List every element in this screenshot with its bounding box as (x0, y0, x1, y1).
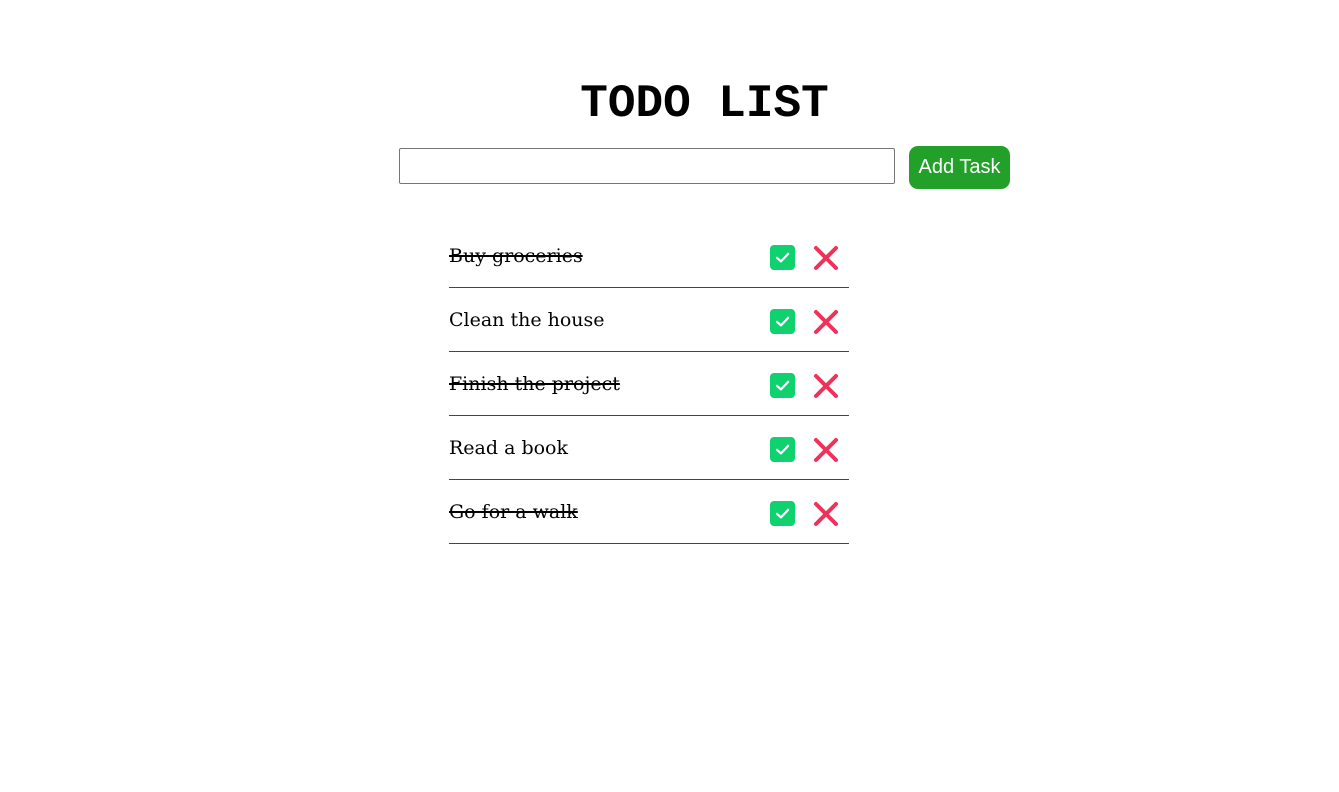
task-text: Go for a walk (449, 501, 578, 523)
task-item: Buy groceries (449, 224, 849, 288)
close-x-icon[interactable] (812, 500, 840, 528)
task-item: Finish the project (449, 352, 849, 416)
task-list: Buy groceries Clean the house Finish the… (449, 224, 849, 544)
task-item: Read a book (449, 416, 849, 480)
close-x-icon[interactable] (812, 244, 840, 272)
checkbox-check-icon[interactable] (770, 437, 795, 462)
task-text: Finish the project (449, 373, 620, 395)
task-text: Buy groceries (449, 245, 583, 267)
task-text: Read a book (449, 437, 569, 459)
close-x-icon[interactable] (812, 436, 840, 464)
checkbox-check-icon[interactable] (770, 309, 795, 334)
page-title: TODO LIST (580, 78, 829, 130)
todo-app: TODO LIST Add Task Buy groceries Clean t… (0, 0, 1339, 792)
checkbox-check-icon[interactable] (770, 373, 795, 398)
close-x-icon[interactable] (812, 308, 840, 336)
checkbox-check-icon[interactable] (770, 245, 795, 270)
task-text: Clean the house (449, 309, 605, 331)
task-input[interactable] (399, 148, 895, 184)
task-item: Go for a walk (449, 480, 849, 544)
add-task-button[interactable]: Add Task (909, 146, 1010, 189)
task-item: Clean the house (449, 288, 849, 352)
close-x-icon[interactable] (812, 372, 840, 400)
checkbox-check-icon[interactable] (770, 501, 795, 526)
